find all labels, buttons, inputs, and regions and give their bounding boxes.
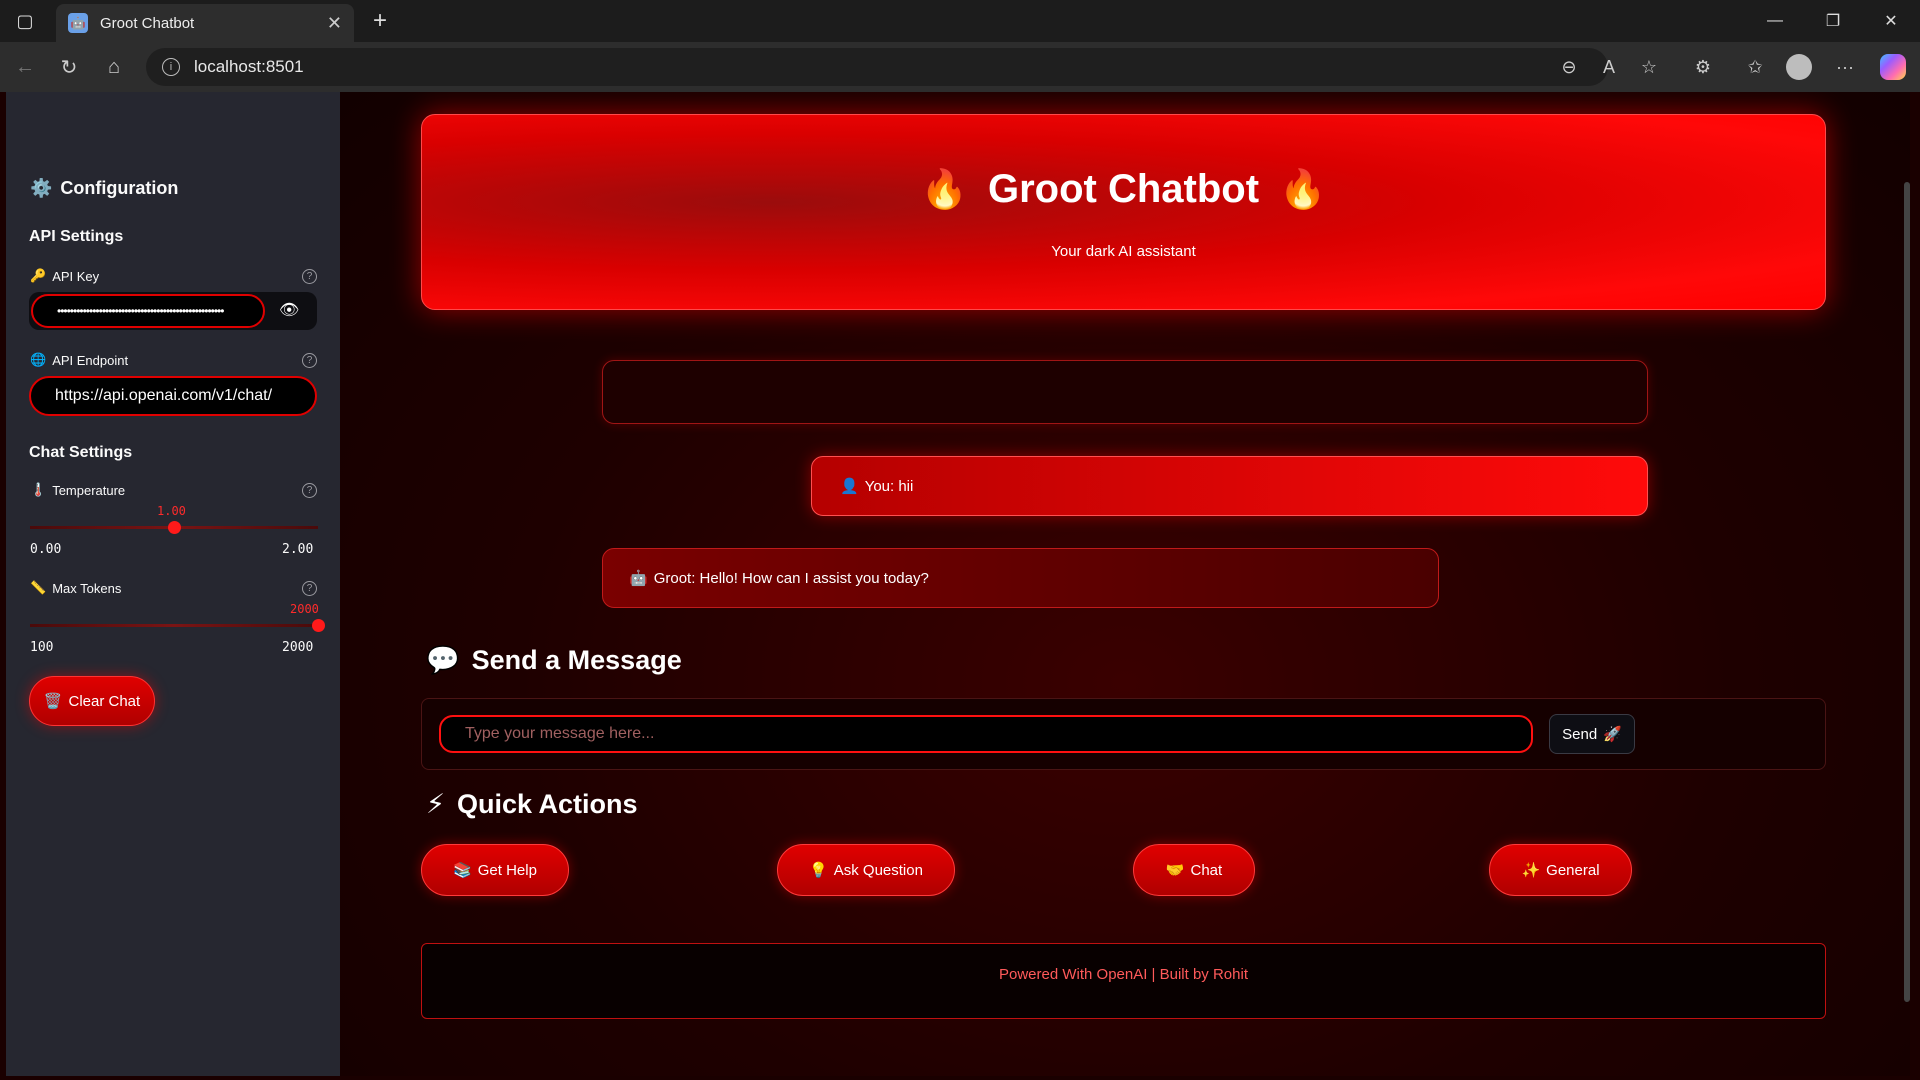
temperature-help-icon[interactable]: ?	[302, 483, 317, 498]
sidebar-title: ⚙️ Configuration	[30, 178, 179, 198]
temperature-label: 🌡️ Temperature	[30, 482, 126, 498]
send-message-heading: 💬 Send a Message	[426, 644, 682, 676]
url-text: localhost:8501	[194, 57, 304, 76]
api-endpoint-help-icon[interactable]: ?	[302, 353, 317, 368]
footer: Powered With OpenAI | Built by Rohit	[421, 943, 1826, 1019]
max-tokens-label: 📏 Max Tokens	[30, 580, 122, 596]
new-tab-icon[interactable]: +	[364, 6, 396, 36]
tab-close-icon[interactable]: ✕	[327, 13, 342, 34]
api-settings-heading: API Settings	[29, 228, 124, 245]
api-key-help-icon[interactable]: ?	[302, 269, 317, 284]
refresh-icon[interactable]: ↻	[52, 50, 86, 84]
profile-icon[interactable]	[1782, 50, 1816, 84]
bot-message: 🤖 Groot: Hello! How can I assist you tod…	[602, 548, 1439, 608]
page-title: 🔥 Groot Chatbot 🔥	[920, 167, 1327, 211]
footer-text: Powered With OpenAI | Built by Rohit	[998, 966, 1248, 983]
restore-icon[interactable]: ❐	[1806, 0, 1860, 42]
scrollbar[interactable]	[1904, 182, 1910, 1002]
clear-chat-button[interactable]: 🗑️ Clear Chat	[29, 676, 155, 726]
api-endpoint-input[interactable]: https://api.openai.com/v1/chat/	[29, 376, 317, 416]
favorites-icon[interactable]: ✩	[1738, 50, 1772, 84]
site-info-icon[interactable]: i	[162, 58, 180, 76]
fire-icon: 🔥	[1279, 168, 1327, 211]
robot-favicon-icon: 🤖	[68, 13, 88, 33]
api-key-field: ••••••••••••••••••••••••••••••••••••••••…	[29, 292, 317, 330]
key-icon: 🔑	[30, 268, 47, 283]
quick-actions-heading: ⚡ Quick Actions	[426, 789, 638, 819]
max-tokens-help-icon[interactable]: ?	[302, 581, 317, 596]
zoom-icon[interactable]: ⊖	[1552, 50, 1586, 84]
speech-bubble-icon: 💬	[426, 645, 460, 675]
books-icon: 📚	[453, 862, 472, 879]
gear-icon: ⚙️	[30, 178, 53, 198]
max-tokens-slider-track[interactable]	[30, 624, 318, 627]
chat-button[interactable]: 🤝 Chat	[1133, 844, 1255, 896]
sparkles-icon: ✨	[1521, 862, 1541, 879]
api-endpoint-label: 🌐 API Endpoint	[30, 352, 129, 368]
api-key-label: 🔑 API Key	[30, 268, 100, 284]
chat-container	[602, 360, 1648, 424]
temperature-max: 2.00	[282, 542, 314, 557]
max-tokens-max: 2000	[282, 640, 314, 655]
temperature-min: 0.00	[30, 542, 62, 557]
address-bar[interactable]: i localhost:8501	[146, 48, 1608, 86]
globe-icon: 🌐	[30, 352, 47, 367]
page-subtitle: Your dark AI assistant	[1051, 243, 1196, 260]
show-password-eye-icon[interactable]: 👁	[279, 300, 299, 320]
message-form: Type your message here... Send 🚀	[421, 698, 1826, 770]
thermometer-icon: 🌡️	[30, 482, 47, 497]
user-icon: 👤	[840, 478, 859, 495]
send-button[interactable]: Send 🚀	[1549, 714, 1635, 754]
temperature-slider-thumb[interactable]	[167, 521, 181, 534]
user-message: 👤 You: hii	[811, 456, 1648, 516]
ask-question-button[interactable]: 💡 Ask Question	[777, 844, 955, 896]
general-button[interactable]: ✨ General	[1489, 844, 1632, 896]
browser-toolbar: ← ↻ ⌂ i localhost:8501 ⊖ A ☆ ⚙ ✩ ···	[0, 42, 1920, 92]
api-key-input[interactable]: ••••••••••••••••••••••••••••••••••••••••…	[31, 294, 265, 328]
header-banner: 🔥 Groot Chatbot 🔥 Your dark AI assistant	[421, 114, 1826, 310]
back-icon[interactable]: ←	[8, 50, 42, 84]
tab-actions-icon[interactable]: ▢	[0, 0, 50, 42]
lightning-icon: ⚡	[426, 789, 445, 819]
more-menu-icon[interactable]: ···	[1828, 50, 1862, 84]
lightbulb-icon: 💡	[809, 862, 828, 879]
get-help-button[interactable]: 📚 Get Help	[421, 844, 569, 896]
browser-titlebar: ▢ 🤖 Groot Chatbot ✕ + — ❐ ✕	[0, 0, 1920, 42]
rocket-icon: 🚀	[1603, 726, 1622, 743]
max-tokens-value: 2000	[290, 602, 319, 616]
tab-title: Groot Chatbot	[100, 14, 195, 32]
minimize-icon[interactable]: —	[1748, 0, 1802, 42]
ruler-icon: 📏	[30, 580, 47, 595]
message-input[interactable]: Type your message here...	[439, 715, 1533, 753]
favorite-star-icon[interactable]: ☆	[1632, 50, 1666, 84]
read-aloud-icon[interactable]: A	[1592, 50, 1626, 84]
max-tokens-slider-thumb[interactable]	[311, 619, 325, 632]
temperature-value: 1.00	[157, 504, 186, 518]
home-icon[interactable]: ⌂	[97, 50, 131, 84]
main-content: 🔥 Groot Chatbot 🔥 Your dark AI assistant…	[340, 92, 1910, 1076]
sidebar: ⚙️ Configuration API Settings 🔑 API Key …	[6, 92, 340, 1076]
robot-icon: 🤖	[629, 570, 648, 587]
window-close-icon[interactable]: ✕	[1864, 0, 1918, 42]
max-tokens-min: 100	[30, 640, 54, 655]
copilot-icon[interactable]	[1876, 50, 1910, 84]
browser-tab[interactable]: 🤖 Groot Chatbot ✕	[56, 4, 354, 42]
chat-settings-heading: Chat Settings	[29, 444, 133, 461]
handshake-icon: 🤝	[1165, 862, 1185, 879]
trash-icon: 🗑️	[43, 693, 63, 710]
extensions-icon[interactable]: ⚙	[1686, 50, 1720, 84]
fire-icon: 🔥	[920, 168, 968, 211]
